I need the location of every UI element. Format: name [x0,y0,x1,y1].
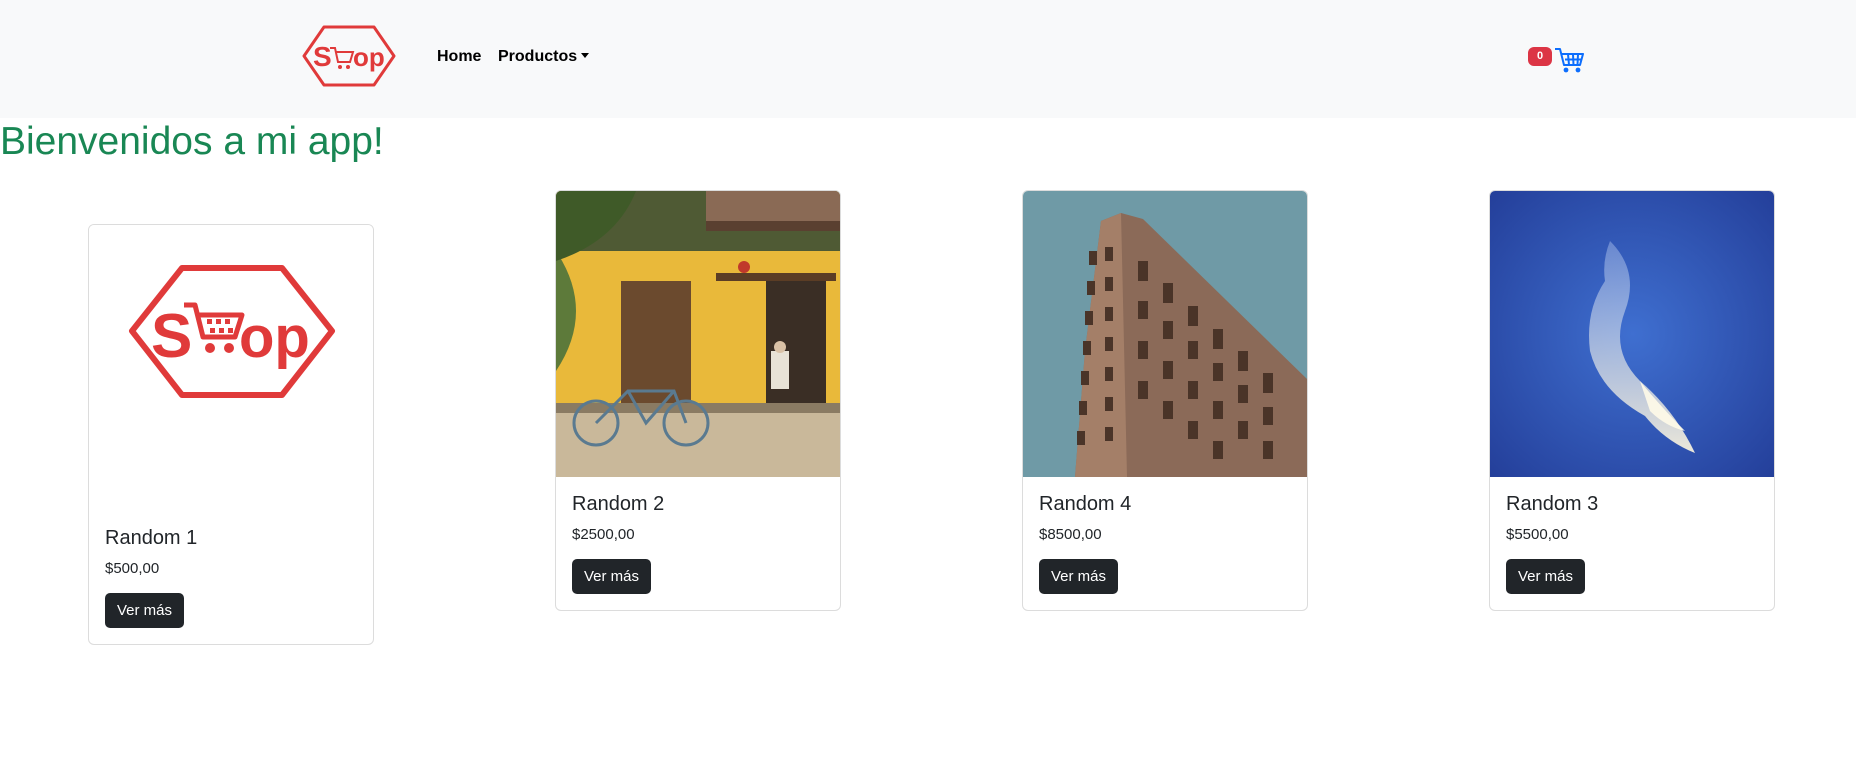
product-price: $2500,00 [572,526,635,543]
caret-down-icon [581,53,590,58]
svg-text:S: S [151,302,192,371]
product-card: S op Random 1 $500,00 Ver más [88,224,374,645]
product-name: Random 2 [572,493,665,515]
card-body: Random 2 $2500,00 Ver más [556,477,840,610]
product-name: Random 3 [1506,493,1599,515]
card-body: Random 1 $500,00 Ver más [89,511,373,644]
nav-productos-label: Productos [498,48,578,65]
product-price: $5500,00 [1506,526,1569,543]
cart-count-badge: 0 [1528,47,1552,66]
shopping-cart-icon [1555,48,1584,73]
svg-text:op: op [239,305,310,370]
product-name: Random 4 [1039,493,1132,515]
ver-mas-button[interactable]: Ver más [105,593,185,628]
product-price: $500,00 [105,560,160,577]
product-price: $8500,00 [1039,526,1102,543]
page-title: Bienvenidos a mi app! [0,120,384,163]
product-card: Random 3 $5500,00 Ver más [1489,190,1775,611]
cart-button[interactable]: 0 [1528,44,1590,74]
product-image-blue-sky-cloud[interactable] [1490,191,1775,477]
ver-mas-button[interactable]: Ver más [1039,559,1119,594]
product-image-shop-logo[interactable]: S op [89,225,374,511]
ver-mas-button[interactable]: Ver más [1506,559,1586,594]
svg-text:op: op [353,42,385,72]
navbar: S op Home Productos 0 [0,0,1856,118]
product-card: Random 4 $8500,00 Ver más [1022,190,1308,611]
product-name: Random 1 [105,527,198,549]
svg-text:S: S [313,41,332,72]
card-body: Random 4 $8500,00 Ver más [1023,477,1307,610]
product-image-yellow-house[interactable] [556,191,841,477]
ver-mas-button[interactable]: Ver más [572,559,652,594]
nav-home-link[interactable]: Home [437,48,481,66]
product-image-flatiron-building[interactable] [1023,191,1308,477]
nav-productos-dropdown[interactable]: Productos [498,48,590,66]
shop-logo[interactable]: S op [302,24,396,88]
card-body: Random 3 $5500,00 Ver más [1490,477,1774,610]
product-card: Random 2 $2500,00 Ver más [555,190,841,611]
